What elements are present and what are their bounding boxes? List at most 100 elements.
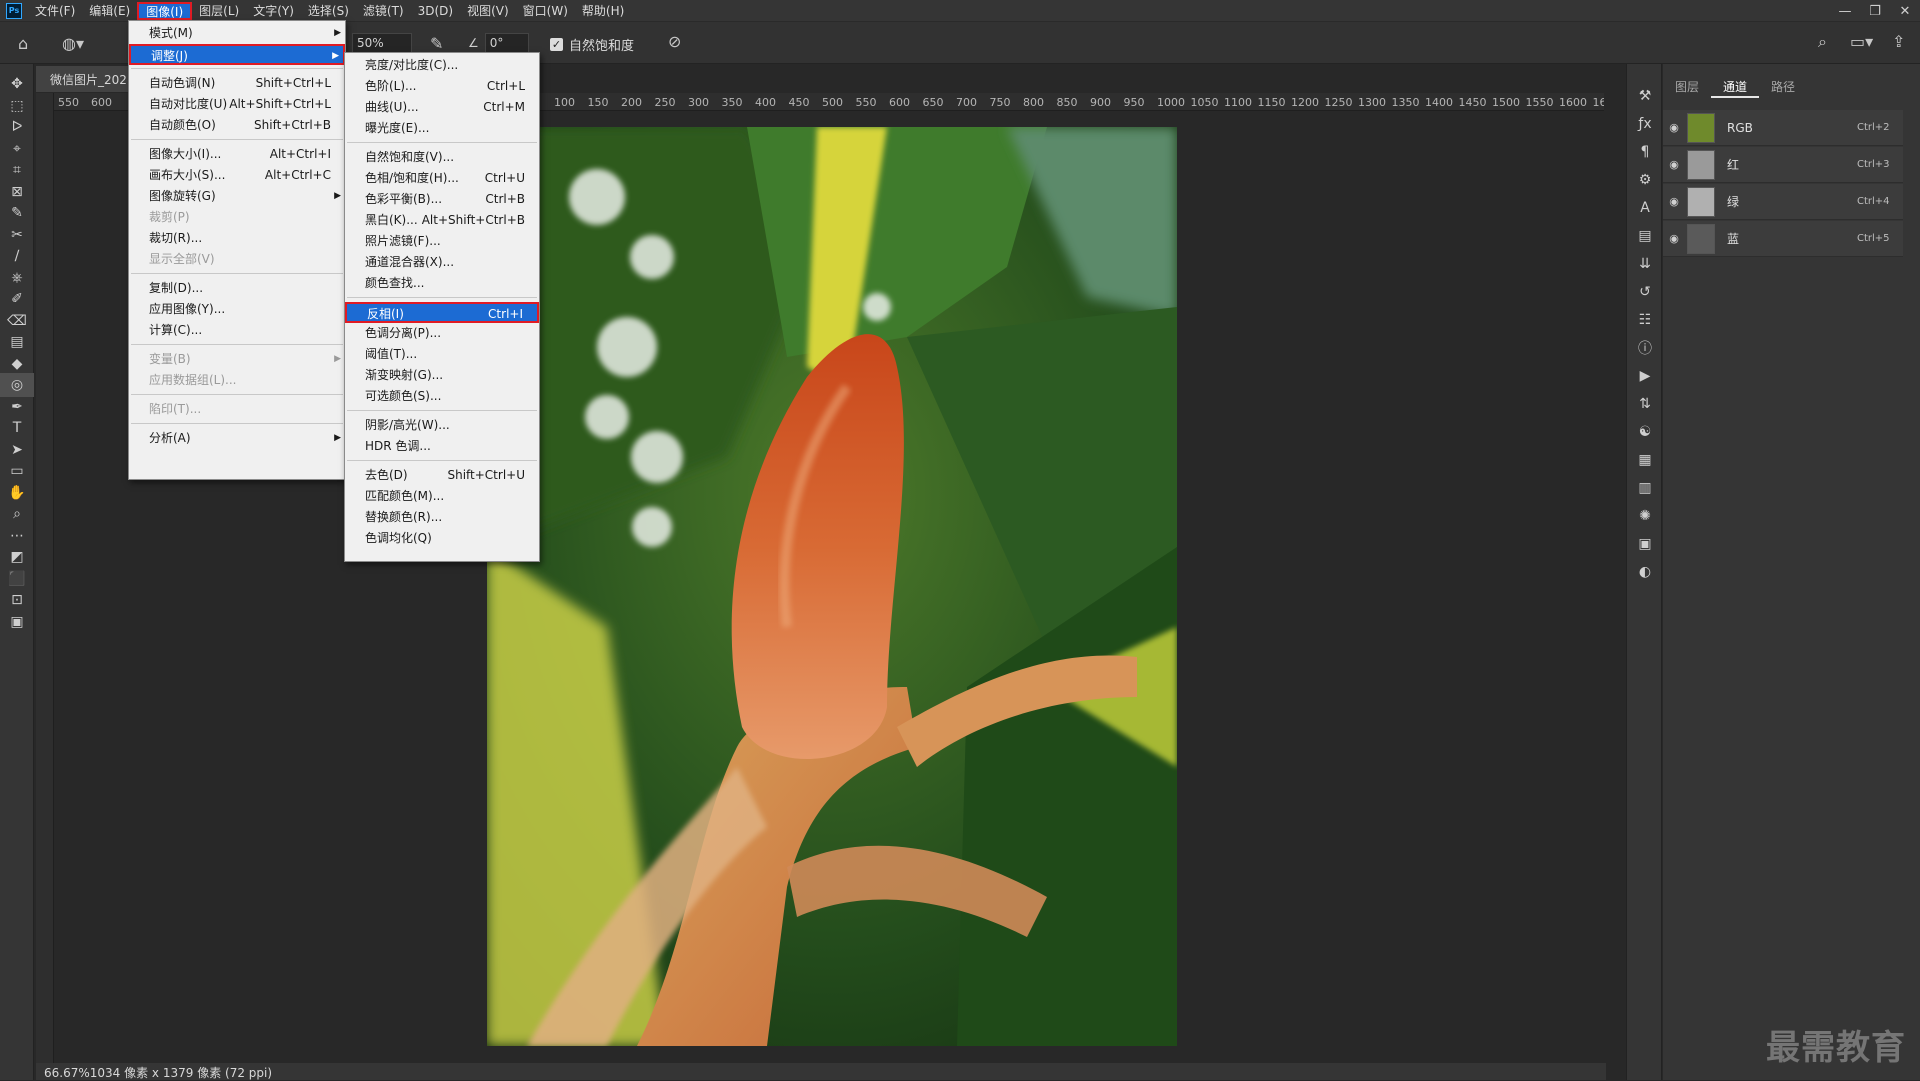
brush-tool-icon[interactable]: ∕ bbox=[0, 244, 34, 268]
sponge-tool-icon[interactable]: ◎ bbox=[0, 373, 34, 397]
panel-12-icon[interactable]: ☯ bbox=[1627, 420, 1663, 444]
close-button[interactable]: ✕ bbox=[1890, 0, 1920, 22]
menu-item[interactable]: 应用图像(Y)... bbox=[129, 299, 345, 320]
panel-17-icon[interactable]: ◐ bbox=[1627, 560, 1663, 584]
menu-item[interactable]: 分析(A) ▶ bbox=[129, 428, 345, 449]
menu-item[interactable]: 去色(D) Shift+Ctrl+U bbox=[345, 465, 539, 486]
menu-item[interactable]: 可选颜色(S)... bbox=[345, 386, 539, 407]
menu-item[interactable]: 匹配颜色(M)... bbox=[345, 486, 539, 507]
menu-0[interactable]: 文件(F) bbox=[28, 1, 82, 21]
menu-2[interactable]: 图像(I) bbox=[137, 1, 193, 20]
hand-tool-icon[interactable]: ✋ bbox=[0, 481, 34, 505]
menu-item[interactable]: 渐变映射(G)... bbox=[345, 365, 539, 386]
path-select-tool-icon[interactable]: ➤ bbox=[0, 438, 34, 462]
color-swatch-tool-icon[interactable]: ⬛ bbox=[0, 567, 34, 591]
visibility-eye-icon[interactable]: ◉ bbox=[1663, 121, 1685, 134]
panel-5-icon[interactable]: ▤ bbox=[1627, 224, 1663, 248]
panel-0-icon[interactable]: ⚒ bbox=[1627, 84, 1663, 108]
menu-item[interactable]: 阈值(T)... bbox=[345, 344, 539, 365]
menu-item[interactable]: 色相/饱和度(H)... Ctrl+U bbox=[345, 168, 539, 189]
angle-input[interactable]: 0° bbox=[484, 33, 529, 53]
frame-tool-icon[interactable]: ⊠ bbox=[0, 180, 34, 204]
menu-7[interactable]: 3D(D) bbox=[411, 1, 460, 21]
visibility-eye-icon[interactable]: ◉ bbox=[1663, 195, 1685, 208]
menu-4[interactable]: 文字(Y) bbox=[246, 1, 301, 21]
panel-3-icon[interactable]: ⚙ bbox=[1627, 168, 1663, 192]
panel-9-icon[interactable]: ⓘ bbox=[1627, 336, 1663, 360]
menu-3[interactable]: 图层(L) bbox=[192, 1, 246, 21]
document-tab[interactable]: 微信图片_202 bbox=[36, 66, 131, 92]
move-tool-icon[interactable]: ✥ bbox=[0, 72, 34, 96]
panel-7-icon[interactable]: ↺ bbox=[1627, 280, 1663, 304]
menu-8[interactable]: 视图(V) bbox=[460, 1, 516, 21]
visibility-eye-icon[interactable]: ◉ bbox=[1663, 158, 1685, 171]
panel-tab-2[interactable]: 路径 bbox=[1759, 76, 1807, 98]
crop-tool-icon[interactable]: ⌗ bbox=[0, 158, 34, 182]
pen-tool-icon[interactable]: ✒ bbox=[0, 395, 34, 419]
gradient-tool-icon[interactable]: ▤ bbox=[0, 330, 34, 354]
menu-item[interactable]: 通道混合器(X)... bbox=[345, 252, 539, 273]
panel-2-icon[interactable]: ¶ bbox=[1627, 140, 1663, 164]
quick-select-tool-icon[interactable]: ⌖ bbox=[0, 137, 34, 161]
menu-item[interactable]: 图像大小(I)... Alt+Ctrl+I bbox=[129, 144, 345, 165]
zoom-tool-icon[interactable]: ⌕ bbox=[0, 502, 34, 526]
healing-tool-icon[interactable]: ✂ bbox=[0, 223, 34, 247]
menu-item[interactable]: 反相(I) Ctrl+I bbox=[345, 302, 539, 323]
menu-item[interactable]: 自动对比度(U) Alt+Shift+Ctrl+L bbox=[129, 94, 345, 115]
channel-row[interactable]: ◉ 蓝 Ctrl+5 bbox=[1663, 221, 1903, 257]
stamp-tool-icon[interactable]: ⎈ bbox=[0, 266, 34, 290]
menu-item[interactable]: 模式(M) ▶ bbox=[129, 23, 345, 44]
menu-item[interactable]: HDR 色调... bbox=[345, 436, 539, 457]
menu-item[interactable]: 曲线(U)... Ctrl+M bbox=[345, 97, 539, 118]
menu-item[interactable]: 色调均化(Q) bbox=[345, 528, 539, 549]
channel-row[interactable]: ◉ RGB Ctrl+2 bbox=[1663, 110, 1903, 146]
panel-1-icon[interactable]: ƒx bbox=[1627, 112, 1663, 136]
document-image[interactable] bbox=[487, 127, 1177, 1046]
menu-item[interactable]: 调整(J) ▶ bbox=[129, 44, 345, 65]
flow-percent-input[interactable]: 50% bbox=[352, 33, 412, 53]
visibility-eye-icon[interactable]: ◉ bbox=[1663, 232, 1685, 245]
vibrance-checkbox[interactable]: ✓ bbox=[550, 38, 563, 51]
panel-10-icon[interactable]: ▶ bbox=[1627, 364, 1663, 388]
restore-button[interactable]: ❐ bbox=[1860, 0, 1890, 22]
menu-item[interactable]: 自动颜色(O) Shift+Ctrl+B bbox=[129, 115, 345, 136]
eraser-tool-icon[interactable]: ⌫ bbox=[0, 309, 34, 333]
panel-4-icon[interactable]: A bbox=[1627, 196, 1663, 220]
type-tool-icon[interactable]: T bbox=[0, 416, 34, 440]
menu-item[interactable]: 自然饱和度(V)... bbox=[345, 147, 539, 168]
menu-item[interactable]: 裁切(R)... bbox=[129, 228, 345, 249]
panel-tab-1[interactable]: 通道 bbox=[1711, 76, 1760, 98]
quick-mask-tool-icon[interactable]: ⊡ bbox=[0, 588, 34, 612]
menu-item[interactable]: 自动色调(N) Shift+Ctrl+L bbox=[129, 73, 345, 94]
channel-row[interactable]: ◉ 绿 Ctrl+4 bbox=[1663, 184, 1903, 220]
panel-15-icon[interactable]: ✺ bbox=[1627, 504, 1663, 528]
minimize-button[interactable]: — bbox=[1830, 0, 1860, 22]
menu-item[interactable]: 色阶(L)... Ctrl+L bbox=[345, 76, 539, 97]
default-colors-tool-icon[interactable]: ◩ bbox=[0, 545, 34, 569]
menu-5[interactable]: 选择(S) bbox=[301, 1, 356, 21]
menu-1[interactable]: 编辑(E) bbox=[82, 1, 137, 21]
menu-item[interactable]: 替换颜色(R)... bbox=[345, 507, 539, 528]
menu-9[interactable]: 窗口(W) bbox=[516, 1, 575, 21]
panel-16-icon[interactable]: ▣ bbox=[1627, 532, 1663, 556]
menu-item[interactable]: 画布大小(S)... Alt+Ctrl+C bbox=[129, 165, 345, 186]
menu-item[interactable]: 照片滤镜(F)... bbox=[345, 231, 539, 252]
sponge-tool-preset-icon[interactable]: ◍▾ bbox=[62, 34, 84, 53]
panel-11-icon[interactable]: ⇅ bbox=[1627, 392, 1663, 416]
menu-item[interactable]: 色调分离(P)... bbox=[345, 323, 539, 344]
marquee-tool-icon[interactable]: ⬚ bbox=[0, 94, 34, 118]
panel-8-icon[interactable]: ☷ bbox=[1627, 308, 1663, 332]
history-brush-tool-icon[interactable]: ✐ bbox=[0, 287, 34, 311]
menu-10[interactable]: 帮助(H) bbox=[575, 1, 631, 21]
menu-item[interactable]: 计算(C)... bbox=[129, 320, 345, 341]
eyedropper-tool-icon[interactable]: ✎ bbox=[0, 201, 34, 225]
menu-item[interactable]: 阴影/高光(W)... bbox=[345, 415, 539, 436]
blur-tool-icon[interactable]: ◆ bbox=[0, 352, 34, 376]
share-icon[interactable]: ⇪ bbox=[1892, 32, 1905, 51]
screen-mode-tool-icon[interactable]: ▣ bbox=[0, 610, 34, 634]
home-icon[interactable]: ⌂ bbox=[18, 34, 28, 53]
panel-13-icon[interactable]: ▦ bbox=[1627, 448, 1663, 472]
more-tool-icon[interactable]: ⋯ bbox=[0, 524, 34, 548]
search-icon[interactable]: ⌕ bbox=[1818, 32, 1827, 52]
menu-item[interactable]: 亮度/对比度(C)... bbox=[345, 55, 539, 76]
